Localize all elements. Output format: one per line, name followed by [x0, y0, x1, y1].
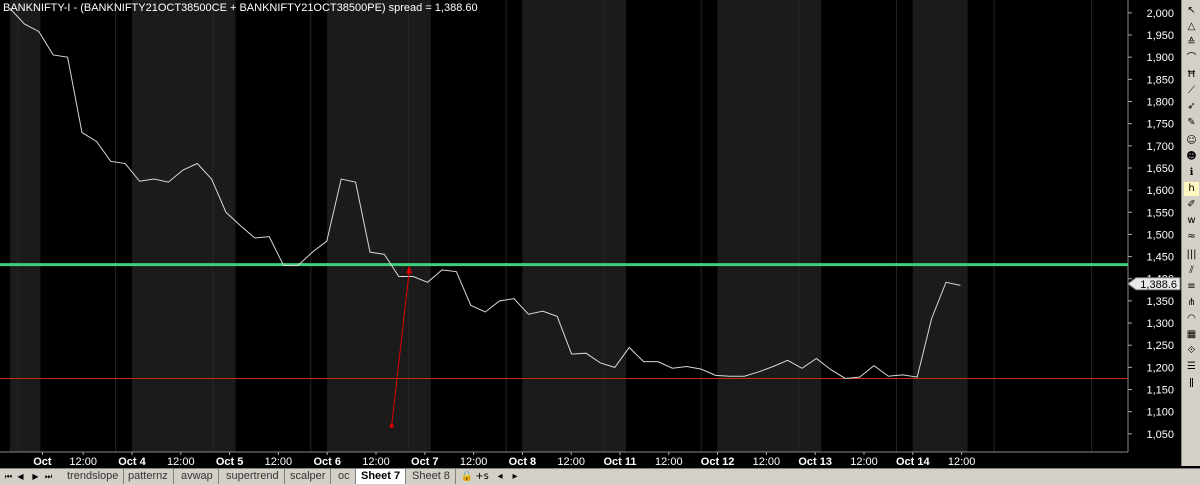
smile-alt-icon[interactable]: ☻: [1184, 150, 1199, 164]
x-tick-label: 12:00: [362, 456, 390, 468]
prev-sheet-icon[interactable]: ◂: [492, 469, 508, 484]
day-band: [717, 0, 822, 452]
pitchfork-icon[interactable]: ⋔: [1184, 296, 1199, 310]
first-icon[interactable]: ⏮: [3, 470, 14, 483]
triangle-icon[interactable]: △: [1184, 20, 1199, 34]
y-tick-label: 2,000: [1146, 8, 1174, 20]
fan-icon[interactable]: ⫽: [1184, 264, 1199, 278]
fibonacci-icon[interactable]: ≙: [1184, 36, 1199, 50]
last-icon[interactable]: ⏭: [43, 470, 54, 483]
y-tick-label: 1,200: [1146, 362, 1174, 374]
x-tick-label: Oct 7: [411, 456, 439, 468]
arrow-icon[interactable]: ➶: [1184, 100, 1199, 114]
x-tick-label: 12:00: [655, 456, 683, 468]
lock-icon[interactable]: 🔒: [459, 469, 475, 484]
y-tick-label: 1,950: [1146, 30, 1174, 42]
tab-supertrend[interactable]: supertrend: [221, 469, 285, 484]
tab-oc[interactable]: oc: [333, 469, 356, 484]
x-tick-label: Oct 5: [216, 456, 244, 468]
zigzag-icon[interactable]: ≈: [1184, 230, 1199, 244]
drawing-toolbar: ↖ △ ≙ ⌒ Ħ ⟋ ➶ ✎ ☺ ☻ ℹ h ✐ w ≈ ||| ⫽ ≡ ⋔ …: [1181, 0, 1200, 466]
x-tick-label: 12:00: [948, 456, 976, 468]
x-tick-label: 12:00: [753, 456, 781, 468]
tab-sheet-7[interactable]: Sheet 7: [356, 469, 407, 484]
x-tick-label: 12:00: [69, 456, 97, 468]
brush-icon[interactable]: ✐: [1184, 198, 1199, 212]
y-tick-label: 1,250: [1146, 340, 1174, 352]
trend-line-icon[interactable]: ⟋: [1184, 84, 1199, 98]
chart-title: BANKNIFTY-I - (BANKNIFTY21OCT38500CE + B…: [3, 2, 478, 14]
x-tick-label: 12:00: [850, 456, 878, 468]
x-tick-label: Oct 8: [509, 456, 537, 468]
x-tick-label: Oct 12: [701, 456, 735, 468]
y-tick-label: 1,450: [1146, 252, 1174, 264]
cycles-icon[interactable]: |||: [1184, 248, 1199, 262]
tab-sheet-8[interactable]: Sheet 8: [407, 469, 456, 484]
channel-icon[interactable]: ≡: [1184, 280, 1199, 294]
x-tick-label: 12:00: [460, 456, 488, 468]
prev-icon[interactable]: ◀: [15, 470, 26, 483]
y-tick-label: 1,050: [1146, 429, 1174, 441]
tab-trendslope[interactable]: trendslope: [62, 469, 125, 484]
y-tick-label: 1,800: [1146, 96, 1174, 108]
x-tick-label: Oct: [33, 456, 52, 468]
info-icon[interactable]: ℹ: [1184, 166, 1199, 180]
x-tick-label: 12:00: [167, 456, 195, 468]
arc-icon[interactable]: ⌒: [1184, 52, 1199, 66]
day-band: [522, 0, 626, 452]
x-tick-label: 12:00: [265, 456, 293, 468]
y-tick-label: 1,650: [1146, 163, 1174, 175]
signal-icon[interactable]: ◠: [1184, 312, 1199, 326]
y-tick-label: 1,100: [1146, 407, 1174, 419]
spiral-icon[interactable]: ⟐: [1184, 344, 1199, 358]
day-band: [912, 0, 968, 452]
y-tick-label: 1,350: [1146, 296, 1174, 308]
y-tick-label: 1,600: [1146, 185, 1174, 197]
x-tick-label: 12:00: [557, 456, 585, 468]
day-band: [9, 0, 41, 452]
y-tick-label: 1,500: [1146, 229, 1174, 241]
y-tick-label: 1,750: [1146, 119, 1174, 131]
y-tick-label: 1,550: [1146, 207, 1174, 219]
y-tick-label: 1,700: [1146, 141, 1174, 153]
cursor-icon[interactable]: ↖: [1184, 4, 1199, 18]
chart-area[interactable]: 2,000 1,950 1,900 1,850 1,800 1,750 1,700 1,650…: [0, 0, 1181, 468]
y-tick-label: 1,300: [1146, 318, 1174, 330]
text-icon[interactable]: h: [1184, 182, 1199, 196]
x-tick-label: Oct 14: [896, 456, 931, 468]
grid-icon[interactable]: ▦: [1184, 328, 1199, 342]
next-icon[interactable]: ▶: [30, 470, 41, 483]
y-tick-label: 1,150: [1146, 385, 1174, 397]
next-sheet-icon[interactable]: ▸: [507, 469, 523, 484]
day-band: [131, 0, 236, 452]
list-icon[interactable]: ☰: [1184, 360, 1199, 374]
price-tag-label: 1,388.6: [1140, 279, 1177, 291]
candles-icon[interactable]: ǁ: [1184, 376, 1199, 390]
wave-icon[interactable]: w: [1184, 214, 1199, 228]
tab-scalper[interactable]: scalper: [285, 469, 332, 484]
x-tick-label: Oct 6: [313, 456, 341, 468]
arrow-start-dot: [389, 423, 394, 428]
x-tick-label: Oct 13: [798, 456, 832, 468]
tab-patternz[interactable]: patternz: [123, 469, 174, 484]
x-tick-label: Oct 4: [118, 456, 146, 468]
y-tick-label: 1,850: [1146, 74, 1174, 86]
day-band: [327, 0, 431, 452]
split-tab-icon[interactable]: +s: [474, 469, 490, 484]
tab-avwap[interactable]: avwap: [176, 469, 219, 484]
sheet-tab-bar: ⏮ ◀ ▶ ⏭ trendslope patternz avwap supert…: [0, 468, 1200, 485]
y-tick-label: 1,900: [1146, 52, 1174, 64]
smile-icon[interactable]: ☺: [1184, 134, 1199, 148]
pencil-icon[interactable]: ✎: [1184, 116, 1199, 130]
x-tick-label: Oct 11: [603, 456, 636, 468]
gann-icon[interactable]: Ħ: [1184, 68, 1199, 82]
